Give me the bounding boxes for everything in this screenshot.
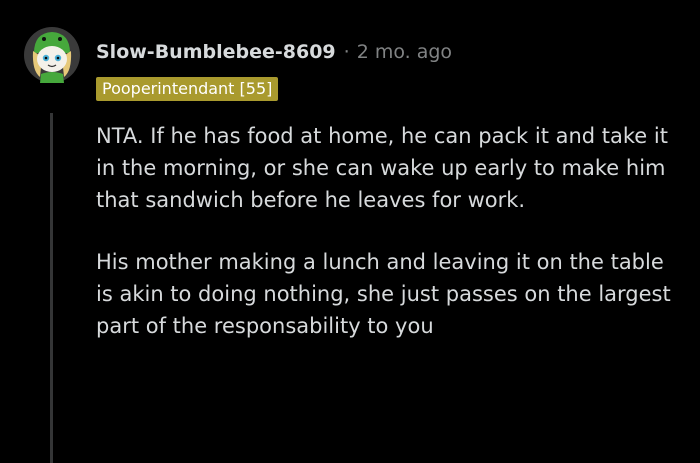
- comment-timestamp[interactable]: 2 mo. ago: [357, 41, 452, 63]
- snoo-avatar-icon: [24, 27, 80, 83]
- comment-paragraph-2: His mother making a lunch and leaving it…: [96, 250, 671, 338]
- comment-body: NTA. If he has food at home, he can pack…: [96, 120, 686, 372]
- comment-meta: Slow-Bumblebee-8609 · 2 mo. ago: [96, 38, 452, 66]
- user-avatar[interactable]: [24, 27, 80, 83]
- comment: Slow-Bumblebee-8609 · 2 mo. ago Pooperin…: [0, 0, 700, 463]
- comment-paragraph-1: NTA. If he has food at home, he can pack…: [96, 124, 668, 212]
- username-link[interactable]: Slow-Bumblebee-8609: [96, 41, 336, 63]
- user-flair-badge: Pooperintendant [55]: [96, 77, 279, 101]
- meta-separator: ·: [343, 41, 350, 63]
- thread-collapse-line[interactable]: [50, 113, 53, 463]
